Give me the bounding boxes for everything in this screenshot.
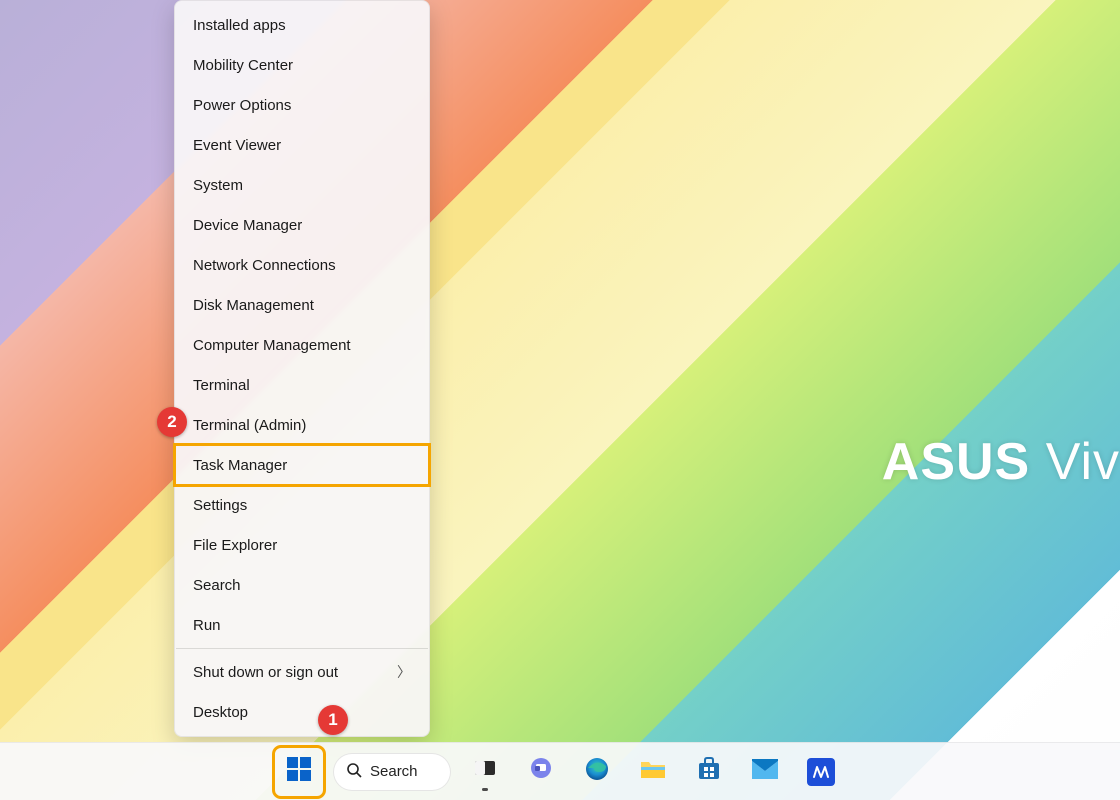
brand-light: Viv	[1030, 433, 1120, 491]
menu-item-file-explorer[interactable]: File Explorer	[175, 525, 429, 565]
menu-item-power-options[interactable]: Power Options	[175, 85, 429, 125]
menu-item-label: Search	[193, 577, 241, 594]
taskbar-task-view[interactable]	[463, 750, 507, 794]
menu-item-label: Power Options	[193, 97, 291, 114]
menu-item-computer-management[interactable]: Computer Management	[175, 325, 429, 365]
menu-item-device-manager[interactable]: Device Manager	[175, 205, 429, 245]
menu-item-label: Device Manager	[193, 217, 302, 234]
taskbar-file-explorer[interactable]	[631, 750, 675, 794]
microsoft-store-icon	[696, 756, 722, 787]
taskbar-chat[interactable]	[519, 750, 563, 794]
annotation-badge-1: 1	[318, 705, 348, 735]
menu-item-desktop[interactable]: Desktop	[175, 692, 429, 732]
menu-item-network-connections[interactable]: Network Connections	[175, 245, 429, 285]
menu-item-label: System	[193, 177, 243, 194]
menu-item-label: Mobility Center	[193, 57, 293, 74]
taskbar-myasus[interactable]	[799, 750, 843, 794]
search-label: Search	[370, 763, 418, 780]
menu-item-label: Terminal (Admin)	[193, 417, 306, 434]
annotation-badge-2: 2	[157, 407, 187, 437]
menu-item-label: Network Connections	[193, 257, 336, 274]
menu-item-search[interactable]: Search	[175, 565, 429, 605]
brand-bold: ASUS	[882, 433, 1030, 491]
mail-icon	[751, 758, 779, 785]
menu-item-label: File Explorer	[193, 537, 277, 554]
menu-item-label: Installed apps	[193, 17, 286, 34]
desktop-wallpaper	[0, 0, 1120, 800]
menu-item-label: Event Viewer	[193, 137, 281, 154]
menu-item-label: Task Manager	[193, 457, 287, 474]
desktop-brand-text: ASUS Viv	[882, 432, 1120, 492]
start-button[interactable]	[277, 750, 321, 794]
menu-item-terminal-admin[interactable]: Terminal (Admin)	[175, 405, 429, 445]
menu-item-task-manager[interactable]: Task Manager	[175, 445, 429, 485]
menu-item-label: Run	[193, 617, 221, 634]
menu-item-terminal[interactable]: Terminal	[175, 365, 429, 405]
myasus-icon	[807, 758, 835, 786]
start-icon	[286, 756, 312, 787]
menu-item-installed-apps[interactable]: Installed apps	[175, 5, 429, 45]
taskbar-search[interactable]: Search	[333, 753, 451, 791]
menu-item-label: Computer Management	[193, 337, 351, 354]
taskbar: Search	[0, 742, 1120, 800]
taskbar-edge[interactable]	[575, 750, 619, 794]
menu-item-mobility-center[interactable]: Mobility Center	[175, 45, 429, 85]
task-view-icon	[473, 757, 497, 786]
menu-item-settings[interactable]: Settings	[175, 485, 429, 525]
menu-item-shut-down-sign-out[interactable]: Shut down or sign out 〉	[175, 652, 429, 692]
menu-item-label: Shut down or sign out	[193, 664, 338, 681]
edge-icon	[584, 756, 610, 787]
chat-icon	[528, 756, 554, 787]
menu-item-label: Disk Management	[193, 297, 314, 314]
menu-item-event-viewer[interactable]: Event Viewer	[175, 125, 429, 165]
menu-item-run[interactable]: Run	[175, 605, 429, 645]
chevron-right-icon: 〉	[397, 662, 411, 682]
taskbar-microsoft-store[interactable]	[687, 750, 731, 794]
search-icon	[346, 762, 362, 782]
file-explorer-icon	[640, 758, 666, 785]
menu-item-system[interactable]: System	[175, 165, 429, 205]
menu-item-label: Settings	[193, 497, 247, 514]
taskbar-mail[interactable]	[743, 750, 787, 794]
menu-separator	[176, 648, 428, 649]
menu-item-label: Desktop	[193, 704, 248, 721]
winx-context-menu: Installed apps Mobility Center Power Opt…	[174, 0, 430, 737]
menu-item-label: Terminal	[193, 377, 250, 394]
menu-item-disk-management[interactable]: Disk Management	[175, 285, 429, 325]
